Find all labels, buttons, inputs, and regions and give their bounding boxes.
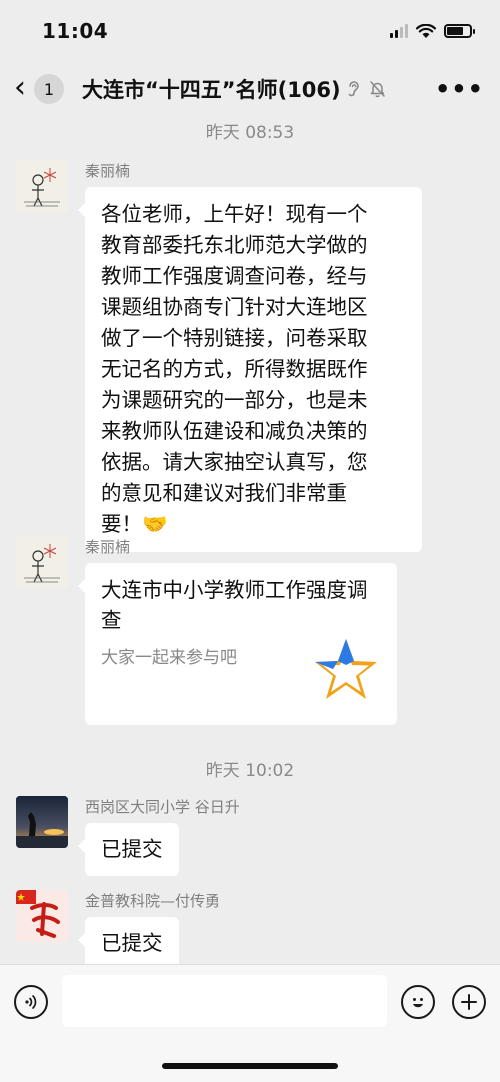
avatar[interactable] [16,890,68,942]
sunset-photo-avatar-icon [16,796,68,848]
message-line: 教育部委托东北师范大学做的 [101,233,368,257]
back-button[interactable]: ‹ 1 [14,69,64,105]
avatar[interactable] [16,160,68,212]
plus-icon[interactable] [452,985,486,1019]
battery-icon [444,24,475,38]
sender-name: 秦丽楠 [85,538,131,556]
message-item: 金普教科院—付传勇 已提交 [16,890,220,964]
message-bubble[interactable]: 已提交 [78,823,179,876]
unread-badge: 1 [34,74,64,104]
sender-name: 秦丽楠 [85,162,131,180]
message-line: 做了一个特别链接，问卷采取 [101,326,368,350]
sender-name: 金普教科院—付传勇 [85,892,221,910]
message-line: 为课题研究的一部分，也是未 [101,388,368,412]
sender-name: 西岗区大同小学 谷日升 [85,798,240,816]
cellular-signal-icon [390,24,408,38]
message-item: 秦丽楠 各位老师，上午好！现有一个 教育部委托东北师范大学做的 教师工作强度调查… [16,160,422,552]
message-line: 各位老师，上午好！现有一个 [101,202,368,226]
star-logo-icon [315,639,377,699]
voice-icon[interactable] [14,985,48,1019]
flag-calligraphy-avatar-icon [16,890,68,942]
ear-icon [348,81,359,97]
message-line: 无记名的方式，所得数据既作 [101,357,368,381]
status-time: 11:04 [42,19,109,43]
message-input[interactable] [62,975,387,1027]
wifi-icon [416,23,436,38]
timestamp-divider: 昨天 10:02 [205,761,295,781]
status-bar: 11:04 [0,0,500,62]
cartoon-avatar-icon [16,536,68,588]
message-line: 课题组协商专门针对大连地区 [101,295,368,319]
message-line: 来教师队伍建设和减负决策的 [101,419,368,443]
mute-bell-icon [369,81,385,98]
chat-title: 大连市“十四五”名师(106) [82,74,386,104]
message-line: 教师工作强度调查问卷，经与 [101,264,368,288]
emoji-icon[interactable] [401,985,435,1019]
more-options-button[interactable]: ••• [435,75,484,103]
cartoon-avatar-icon [16,160,68,212]
message-item: 秦丽楠 大连市中小学教师工作强度调查 大家一起来参与吧 [16,536,397,725]
status-icons [390,23,475,39]
chat-header: ‹ 1 大连市“十四五”名师(106) ••• [0,62,500,116]
message-line: 依据。请大家抽空认真写，您 [101,450,368,474]
message-bubble[interactable]: 各位老师，上午好！现有一个 教育部委托东北师范大学做的 教师工作强度调查问卷，经… [78,187,422,552]
message-bubble[interactable]: 已提交 [78,917,179,964]
timestamp-divider: 昨天 08:53 [205,123,295,143]
avatar[interactable] [16,536,68,588]
chat-title-text: 大连市“十四五”名师(106) [82,78,341,102]
message-item: 西岗区大同小学 谷日升 已提交 [16,796,240,876]
message-list[interactable]: 昨天 08:53 秦丽楠 各位老师，上午好！现有一个 教育部委托东北师范大学做的… [0,116,500,964]
link-card[interactable]: 大连市中小学教师工作强度调查 大家一起来参与吧 [78,563,397,725]
chevron-left-icon: ‹ [14,69,26,105]
avatar[interactable] [16,796,68,848]
card-title: 大连市中小学教师工作强度调查 [101,578,368,632]
home-indicator[interactable] [162,1063,338,1069]
message-line: 的意见和建议对我们非常重 [101,481,347,505]
